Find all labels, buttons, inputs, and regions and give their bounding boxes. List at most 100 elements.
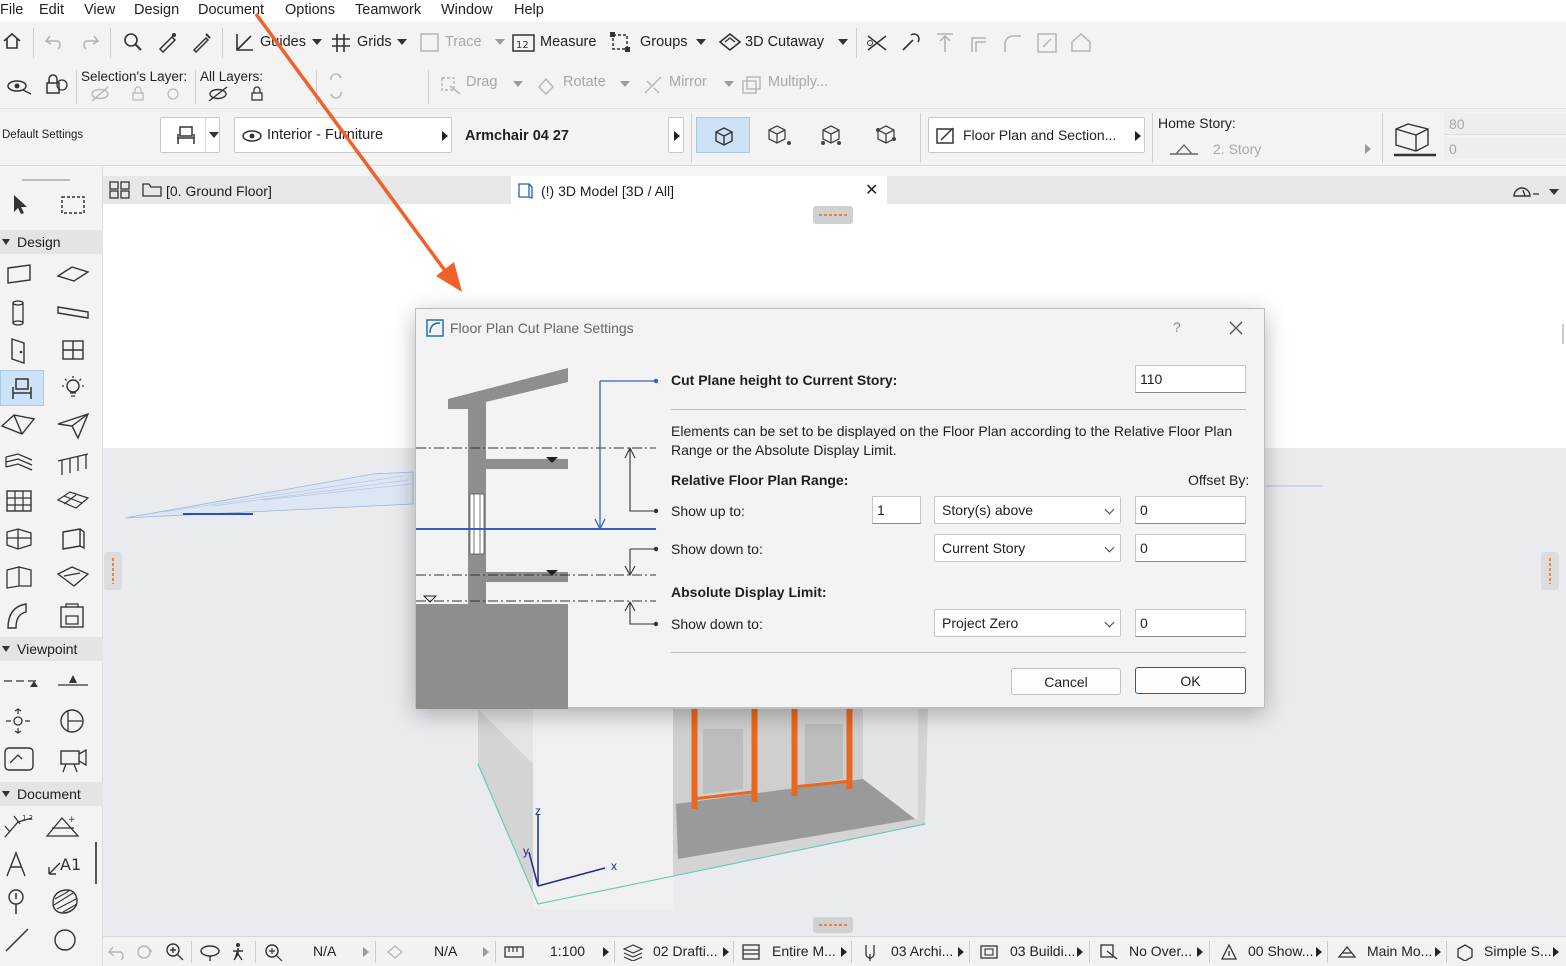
toolbox-viewpoint-section[interactable]: Viewpoint <box>0 637 103 661</box>
section-tool-icon[interactable] <box>2 669 40 691</box>
menu-document[interactable]: Document <box>198 2 264 18</box>
home-story-value[interactable]: 2. Story <box>1213 141 1261 157</box>
arc-tool-icon[interactable] <box>52 926 78 954</box>
line-tool-icon[interactable] <box>3 926 31 954</box>
show-up-to-select[interactable]: Story(s) above <box>934 496 1121 524</box>
inject-parameters-icon[interactable] <box>190 31 212 53</box>
close-icon[interactable] <box>1228 320 1244 336</box>
shell-tool-icon[interactable] <box>56 412 90 440</box>
floor-plan-display-selector[interactable]: Floor Plan and Section... <box>928 117 1145 153</box>
menu-teamwork[interactable]: Teamwork <box>355 2 421 18</box>
menu-view[interactable]: View <box>84 2 115 18</box>
status-scale[interactable]: 1:100 <box>550 943 585 959</box>
redo-icon[interactable] <box>78 32 100 50</box>
view-mode-4-icon[interactable] <box>874 123 904 149</box>
opening-tool-icon[interactable] <box>56 564 90 590</box>
help-button[interactable]: ? <box>1173 319 1181 335</box>
level-dimension-tool-icon[interactable]: + <box>44 812 84 840</box>
window-tool-icon[interactable] <box>60 338 86 362</box>
object-settings-button[interactable] <box>160 117 220 153</box>
status-renovation[interactable]: 00 Show... <box>1248 943 1313 959</box>
fit-in-window-icon[interactable] <box>263 942 285 962</box>
detail-tool-icon[interactable] <box>2 745 36 773</box>
morph-tool-icon[interactable] <box>60 526 86 552</box>
curved-wall-tool-icon[interactable] <box>4 602 32 630</box>
menu-window[interactable]: Window <box>441 2 493 18</box>
find-select-icon[interactable] <box>122 31 144 53</box>
rotate-label[interactable]: Rotate <box>563 74 606 90</box>
arrow-tool-icon[interactable] <box>9 192 31 216</box>
elevation-top-field[interactable]: 80 <box>1444 113 1566 135</box>
tab-ground-floor[interactable]: [0. Ground Floor] <box>139 176 511 204</box>
view-options-icon[interactable] <box>1511 182 1561 200</box>
rotate-icon[interactable] <box>535 75 557 95</box>
column-tool-icon[interactable] <box>8 299 28 327</box>
renovation-icon[interactable] <box>1219 942 1239 962</box>
mesh-tool-icon[interactable] <box>56 488 90 516</box>
camera-path-tool-icon[interactable] <box>4 707 32 735</box>
undo-zoom-icon[interactable] <box>107 943 129 961</box>
view-mode-2-icon[interactable] <box>765 123 795 149</box>
selection-layer-lock-icon[interactable] <box>131 86 145 102</box>
grids-icon[interactable] <box>330 32 352 54</box>
menu-design[interactable]: Design <box>134 2 179 18</box>
mirror-label[interactable]: Mirror <box>669 74 707 90</box>
layer-lock-icon[interactable] <box>43 73 69 97</box>
model-view-icon[interactable] <box>1337 943 1357 961</box>
adjust-icon[interactable] <box>899 32 921 54</box>
3d-cutaway-label[interactable]: 3D Cutaway <box>745 34 824 50</box>
elevation-tool-icon[interactable] <box>56 669 90 691</box>
layer-combination-icon[interactable] <box>622 943 644 961</box>
status-na-2[interactable]: N/A <box>434 943 457 959</box>
drag-icon[interactable] <box>440 76 462 96</box>
scale-icon[interactable] <box>503 944 525 960</box>
roof-tool-icon[interactable] <box>0 412 38 438</box>
undo-icon[interactable] <box>44 32 66 50</box>
worksheet-tool-icon[interactable] <box>58 707 86 735</box>
status-layer-combo[interactable]: 02 Drafti... <box>653 943 718 959</box>
skylight-tool-icon[interactable] <box>4 564 34 590</box>
toolbox-document-section[interactable]: Document <box>0 782 103 806</box>
absolute-limit-select[interactable]: Project Zero <box>934 609 1121 637</box>
selection-layer-hide-icon[interactable] <box>90 86 110 102</box>
view-mode-3-icon[interactable] <box>819 123 849 149</box>
partial-structure-icon[interactable] <box>1455 943 1475 961</box>
trace-label[interactable]: Trace <box>445 34 482 50</box>
railing-tool-icon[interactable] <box>56 451 90 477</box>
all-layers-lock-icon[interactable] <box>250 86 264 102</box>
groups-label[interactable]: Groups <box>640 34 688 50</box>
slab-tool-icon[interactable] <box>56 262 90 286</box>
camera-tool-icon[interactable] <box>58 745 88 773</box>
status-building[interactable]: 03 Buildi... <box>1010 943 1075 959</box>
rebuild-icon[interactable] <box>327 70 345 102</box>
mirror-icon[interactable] <box>643 75 665 95</box>
status-model-view[interactable]: Main Mo... <box>1367 943 1432 959</box>
status-override[interactable]: No Over... <box>1129 943 1192 959</box>
menu-options[interactable]: Options <box>285 2 335 18</box>
status-model[interactable]: Entire M... <box>772 943 836 959</box>
building-material-icon[interactable] <box>979 943 999 961</box>
home-icon[interactable] <box>2 31 22 51</box>
layer-selector[interactable]: Interior - Furniture <box>234 117 452 153</box>
offset-icon[interactable] <box>968 32 990 54</box>
orbit-icon[interactable] <box>199 942 221 962</box>
graphic-override-icon[interactable] <box>1099 943 1119 961</box>
tab-overview-icon[interactable] <box>109 181 131 199</box>
status-na-1[interactable]: N/A <box>313 943 336 959</box>
menu-help[interactable]: Help <box>514 2 544 18</box>
split-icon[interactable] <box>1070 31 1092 53</box>
marker-tool-icon[interactable] <box>4 887 28 917</box>
elevate-icon[interactable] <box>934 32 956 54</box>
all-layers-hide-icon[interactable] <box>207 86 229 102</box>
cancel-button[interactable]: Cancel <box>1011 668 1121 695</box>
measure-icon[interactable]: 12 <box>512 32 536 54</box>
grids-label[interactable]: Grids <box>357 34 392 50</box>
structure-display-icon[interactable] <box>741 943 763 961</box>
show-up-to-offset-input[interactable]: 0 <box>1135 496 1246 524</box>
groups-icon[interactable] <box>609 31 631 53</box>
guides-icon[interactable] <box>234 31 256 53</box>
measure-label[interactable]: Measure <box>540 34 596 50</box>
show-down-to-select[interactable]: Current Story <box>934 534 1121 562</box>
pen-set-icon[interactable] <box>863 942 877 962</box>
guides-label[interactable]: Guides <box>260 34 306 50</box>
